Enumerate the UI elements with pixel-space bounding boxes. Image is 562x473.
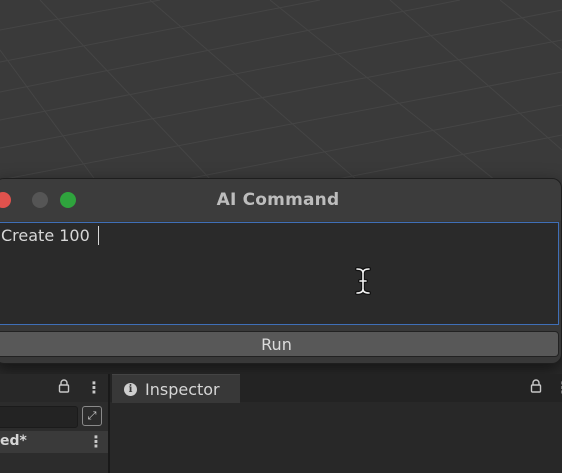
lock-icon[interactable] [58, 379, 70, 397]
window-title: AI Command [216, 190, 340, 210]
run-button[interactable]: Run [0, 331, 559, 357]
ai-command-window: AI Command Create 100 Run [0, 178, 562, 364]
command-input[interactable]: Create 100 [0, 222, 559, 325]
inspector-panel: i Inspector ⋮ [110, 374, 562, 473]
kebab-menu-icon[interactable]: ⋮ [86, 378, 102, 397]
ibeam-cursor-icon [355, 267, 371, 295]
hierarchy-header: ⋮ [0, 374, 108, 402]
hierarchy-panel: ⋮ ⤢ ed* ⋮ [0, 374, 108, 473]
lock-icon[interactable] [530, 379, 542, 397]
kebab-menu-icon[interactable]: ⋮ [555, 378, 562, 397]
inspector-header: i Inspector ⋮ [110, 374, 562, 403]
scene-row-label: ed* [0, 433, 27, 449]
inspector-tab-label: Inspector [145, 380, 220, 399]
hierarchy-search-input[interactable] [0, 406, 78, 428]
scene-view[interactable] [0, 0, 562, 200]
scene-grid [0, 0, 562, 200]
scene-row[interactable]: ed* ⋮ [0, 431, 108, 453]
window-titlebar[interactable]: AI Command [0, 179, 561, 221]
text-caret [97, 226, 99, 245]
tab-inspector[interactable]: i Inspector [112, 374, 240, 403]
search-options-icon[interactable]: ⤢ [82, 406, 102, 426]
info-icon: i [124, 383, 137, 396]
row-menu-icon[interactable]: ⋮ [88, 432, 104, 451]
bottom-panels: ⋮ ⤢ ed* ⋮ i Inspector ⋮ [0, 374, 562, 473]
command-input-text: Create 100 [1, 226, 95, 245]
